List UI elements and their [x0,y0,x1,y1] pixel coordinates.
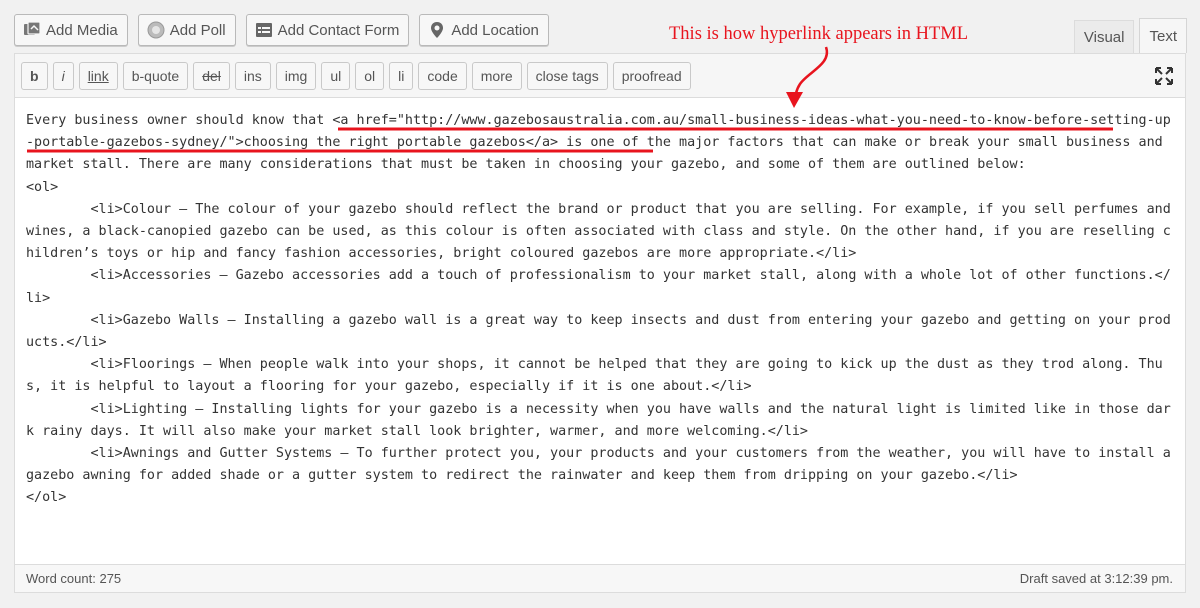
media-icon [23,21,41,39]
tab-visual[interactable]: Visual [1073,20,1135,53]
add-media-label: Add Media [46,21,118,39]
quicktag-del-button[interactable]: del [193,61,230,90]
ol-open-tag: <ol> [26,179,59,195]
editor-mode-tabs: Visual Text [1073,18,1187,53]
html-content-textarea[interactable]: Every business owner should know that <a… [26,110,1176,510]
tab-text[interactable]: Text [1139,18,1187,53]
quicktag-ol-button[interactable]: ol [355,61,385,90]
quicktag-ul-button[interactable]: ul [321,61,351,90]
location-pin-icon [428,21,446,39]
draft-saved-status: Draft saved at 3:12:39 pm. [1019,571,1173,586]
media-buttons-bar: Add Media Add Poll Add Contact Form Add … [14,14,549,46]
add-contact-form-button[interactable]: Add Contact Form [245,14,410,46]
quicktags-toolbar: b i link b-quote del ins img ul ol li co… [15,54,1185,98]
quicktag-close-tags-button[interactable]: close tags [526,61,608,90]
list-item: <li>Floorings – When people walk into yo… [26,357,1163,395]
add-media-button[interactable]: Add Media [14,14,128,46]
ol-close-tag: </ol> [26,490,67,506]
add-location-label: Add Location [451,21,539,39]
fullscreen-icon[interactable] [1153,65,1175,87]
list-item: <li>Accessories – Gazebo accessories add… [26,268,1171,306]
add-contact-form-label: Add Contact Form [277,21,400,39]
list-item: <li>Gazebo Walls – Installing a gazebo w… [26,312,1171,351]
quicktag-link-button[interactable]: link [78,61,118,90]
quicktag-img-button[interactable]: img [275,61,317,90]
annotation-callout: This is how hyperlink appears in HTML [669,24,969,44]
list-item: <li>Awnings and Gutter Systems – To furt… [26,446,1179,484]
add-location-button[interactable]: Add Location [419,14,549,46]
status-bar: Word count: 275 Draft saved at 3:12:39 p… [15,564,1185,592]
quicktag-li-button[interactable]: li [389,61,414,90]
quicktag-ins-button[interactable]: ins [234,61,271,90]
quicktag-italic-button[interactable]: i [52,61,74,90]
quicktag-code-button[interactable]: code [418,61,467,90]
add-poll-label: Add Poll [169,21,226,39]
quicktag-blockquote-button[interactable]: b-quote [122,61,189,90]
word-count: Word count: 275 [26,571,122,586]
list-item: <li>Colour – The colour of your gazebo s… [26,201,1179,262]
add-poll-button[interactable]: Add Poll [137,14,236,46]
poll-icon [147,21,165,39]
quicktag-bold-button[interactable]: b [21,61,48,90]
quicktag-more-button[interactable]: more [471,61,522,90]
content-intro: Every business owner should know that [26,113,333,128]
quicktag-proofread-button[interactable]: proofread [612,61,691,90]
form-icon [255,21,273,39]
text-editor: b i link b-quote del ins img ul ol li co… [14,53,1186,593]
list-item: <li>Lighting – Installing lights for you… [26,401,1171,439]
